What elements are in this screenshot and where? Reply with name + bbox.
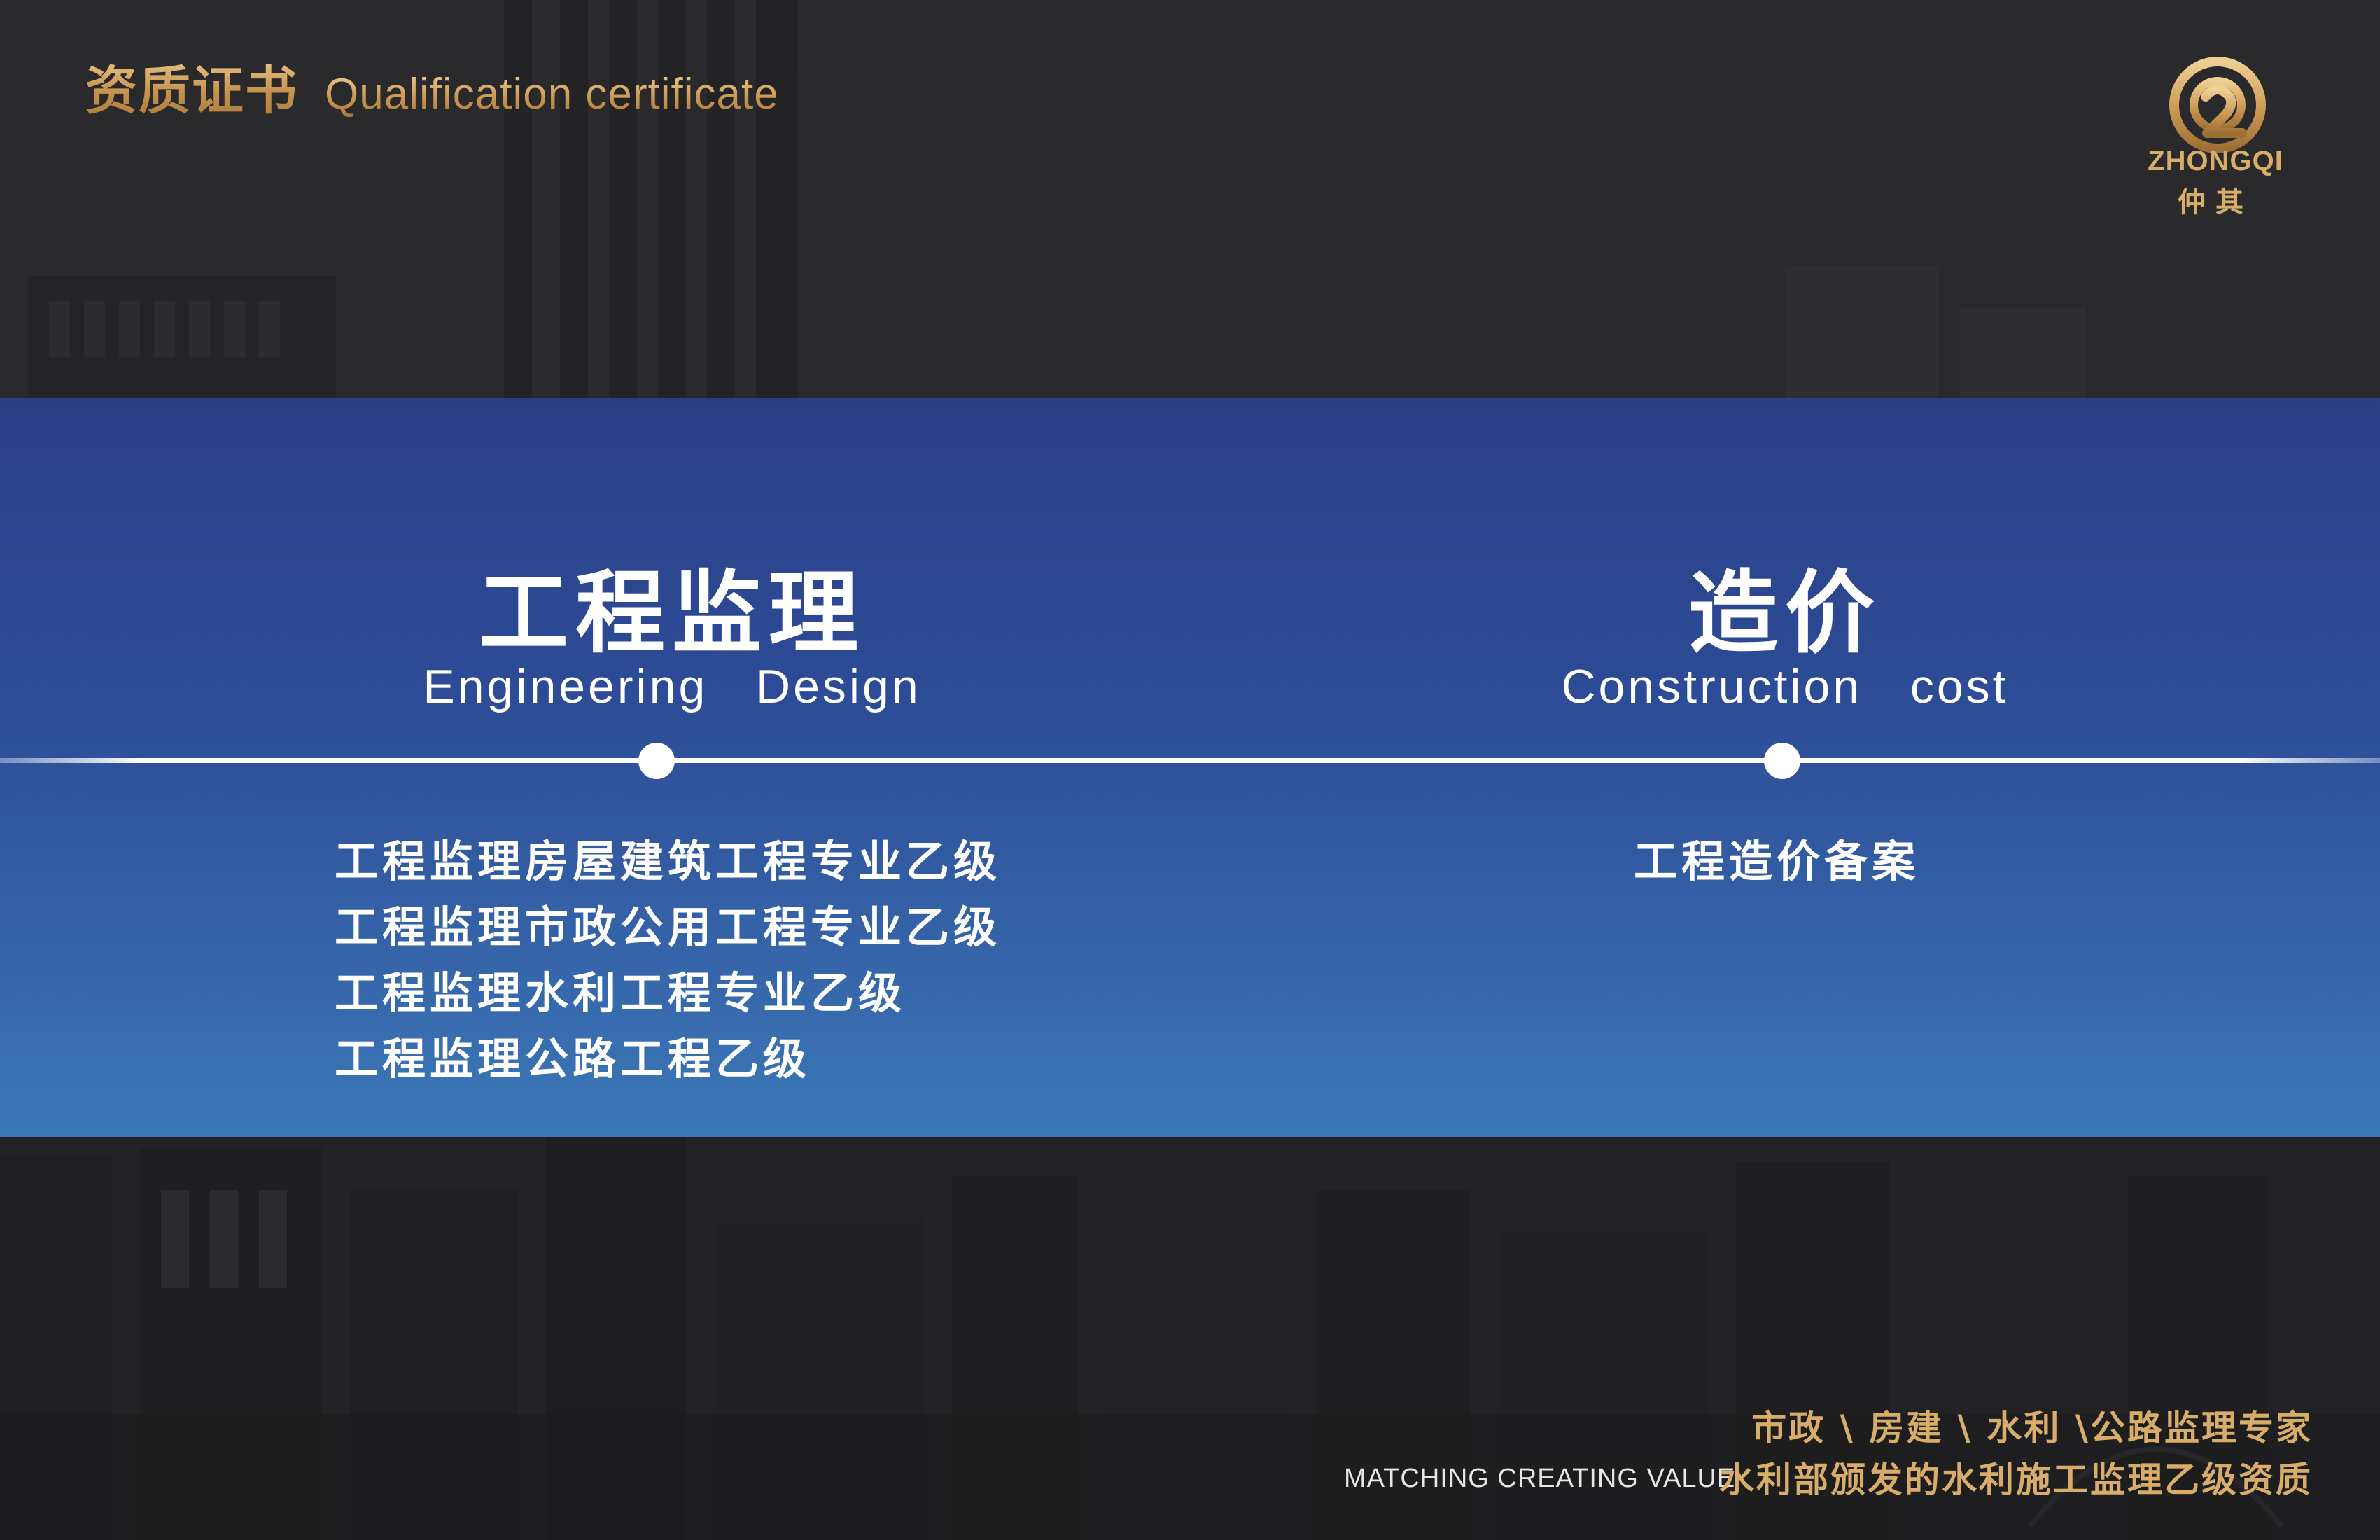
footer-tagline-2: 水利部颁发的水利施工监理乙级资质 xyxy=(1719,1460,2313,1500)
list-item: 工程监理公路工程乙级 xyxy=(335,1033,811,1084)
list-item: 工程监理水利工程专业乙级 xyxy=(335,967,906,1018)
logo-name-en: ZHONGQI xyxy=(2148,146,2283,176)
footer-tagline-1: 市政 \ 房建 \ 水利 \公路监理专家 xyxy=(1751,1408,2313,1448)
page-title-cn: 资质证书 xyxy=(85,49,298,124)
cost-qualification-list: 工程造价备案 xyxy=(1634,829,1919,895)
list-item: 工程监理房屋建筑工程专业乙级 xyxy=(335,836,1002,887)
logo-icon xyxy=(2169,57,2266,153)
column-title-supervision: 工程监理 xyxy=(478,561,865,666)
timeline-dot-cost xyxy=(1764,743,1800,779)
column-subtitle-supervision: Engineering Design xyxy=(423,660,921,713)
list-item: 工程造价备案 xyxy=(1634,836,1920,887)
logo-name-cn: 仲其 xyxy=(2178,186,2253,218)
column-title-cost: 造价 xyxy=(1688,561,1882,666)
page-title-en: Qualification certificate xyxy=(325,70,779,118)
supervision-qualification-list: 工程监理房屋建筑工程专业乙级 工程监理市政公用工程专业乙级 工程监理水利工程专业… xyxy=(335,829,1001,1092)
timeline-dot-supervision xyxy=(638,743,675,779)
timeline-line xyxy=(0,758,2380,763)
column-subtitle-cost: Construction cost xyxy=(1561,660,2009,713)
page-header: 资质证书 Qualification certificate xyxy=(85,49,779,124)
brand-logo: ZHONGQI 仲其 xyxy=(2138,55,2292,218)
qualification-page: 资质证书 Qualification certificate ZHONGQI 仲… xyxy=(0,0,2380,1540)
list-item: 工程监理市政公用工程专业乙级 xyxy=(335,902,1002,953)
footer-slogan: MATCHING CREATING VALUE xyxy=(1344,1464,1736,1493)
